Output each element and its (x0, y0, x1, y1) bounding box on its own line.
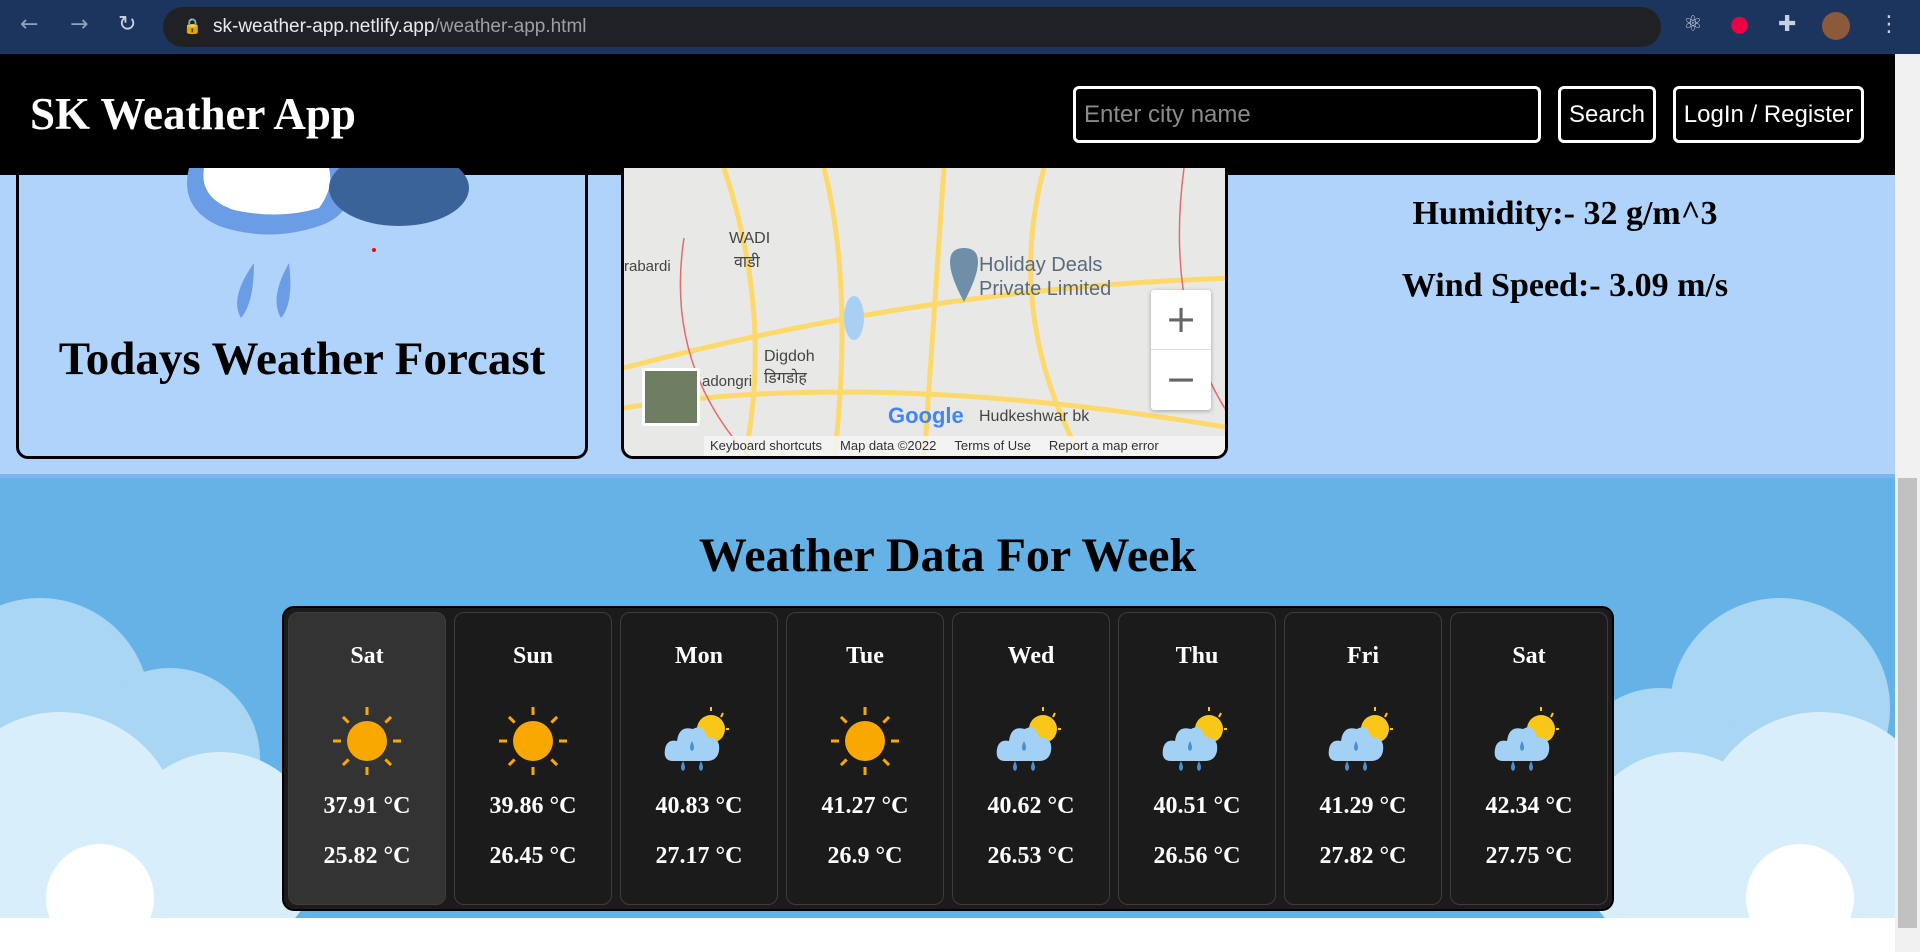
day-card[interactable]: Thu 40.51 °C 26.56 °C (1118, 612, 1276, 905)
day-card[interactable]: Fri 41.29 °C 27.82 °C (1284, 612, 1442, 905)
low-temp: 26.45 °C (489, 843, 577, 869)
today-section: Todays Weather Forcast Holiday Deals Pri… (0, 165, 1895, 474)
high-temp: 40.83 °C (655, 793, 743, 819)
rain-cloud-icon (187, 168, 469, 318)
reload-icon[interactable]: ↻ (118, 12, 136, 37)
low-temp: 27.17 °C (655, 843, 743, 869)
day-name: Sat (1512, 643, 1546, 669)
high-temp: 37.91 °C (323, 793, 411, 819)
address-bar[interactable]: 🔒 sk-weather-app.netlify.app/weather-app… (163, 7, 1661, 47)
high-temp: 40.51 °C (1153, 793, 1241, 819)
avatar[interactable] (1822, 12, 1850, 40)
week-title: Weather Data For Week (698, 529, 1197, 582)
day-name: Mon (675, 643, 723, 669)
sun-icon (493, 701, 573, 781)
week-forecast-list: Sat 37.91 °C 25.82 °C Sun 39.86 °C 26.45 °C Mo… (282, 606, 1614, 911)
lock-icon: 🔒 (183, 18, 202, 35)
day-card[interactable]: Wed 40.62 °C 26.53 °C (952, 612, 1110, 905)
map-data-label: Map data ©2022 (840, 438, 937, 453)
map-label: डिगडोह (764, 370, 807, 387)
today-heading: Todays Weather Forcast (58, 333, 546, 385)
map-zoom-controls: + − (1151, 290, 1211, 410)
zoom-out-button[interactable]: − (1151, 350, 1211, 410)
high-temp: 42.34 °C (1485, 793, 1573, 819)
map-label: WADI (729, 230, 771, 247)
day-name: Tue (846, 643, 884, 669)
forward-icon[interactable]: → (70, 12, 88, 37)
city-search-input[interactable] (1073, 86, 1541, 143)
app-title: SK Weather App (30, 89, 356, 139)
sun-icon (825, 701, 905, 781)
map-label: rabardi (624, 258, 671, 275)
back-icon[interactable]: ← (20, 12, 38, 37)
google-logo: Google (888, 403, 964, 428)
report-error-link[interactable]: Report a map error (1049, 436, 1159, 456)
high-temp: 41.27 °C (821, 793, 909, 819)
rain-sun-icon (1323, 701, 1403, 781)
react-extension-icon[interactable]: ⚛ (1683, 12, 1703, 37)
color-extension-icon[interactable]: ● (1730, 12, 1749, 37)
sun-icon (327, 701, 407, 781)
scrollbar-thumb[interactable] (1898, 478, 1917, 928)
menu-icon[interactable]: ⋮ (1878, 12, 1900, 37)
day-card[interactable]: Mon 40.83 °C 27.17 °C (620, 612, 778, 905)
day-card[interactable]: Sat 37.91 °C 25.82 °C (288, 612, 446, 905)
rain-sun-icon (1157, 701, 1237, 781)
day-name: Sat (350, 643, 384, 669)
low-temp: 26.56 °C (1153, 843, 1241, 869)
keyboard-shortcuts-link[interactable]: Keyboard shortcuts (710, 436, 822, 456)
rain-sun-icon (991, 701, 1071, 781)
high-temp: 40.62 °C (987, 793, 1075, 819)
day-name: Fri (1347, 643, 1379, 669)
map-label: Digdoh (764, 348, 815, 365)
url-path: /weather-app.html (434, 16, 587, 37)
low-temp: 27.75 °C (1485, 843, 1573, 869)
low-temp: 25.82 °C (323, 843, 411, 869)
day-card[interactable]: Sun 39.86 °C 26.45 °C (454, 612, 612, 905)
map-label: वाडी (734, 254, 760, 271)
browser-toolbar: ← → ↻ 🔒 sk-weather-app.netlify.app/weath… (0, 0, 1920, 54)
login-register-button[interactable]: LogIn / Register (1673, 86, 1864, 143)
week-section: Weather Data For Week Sat 37.91 °C 25.82 °… (0, 478, 1895, 952)
low-temp: 26.53 °C (987, 843, 1075, 869)
map-label: adongri (702, 373, 753, 390)
low-temp: 26.9 °C (827, 843, 903, 869)
high-temp: 39.86 °C (489, 793, 577, 819)
extensions-icon[interactable]: ✚ (1778, 12, 1796, 37)
rain-sun-icon (1489, 701, 1569, 781)
search-button[interactable]: Search (1558, 86, 1656, 143)
humidity-value: Humidity:- 32 g/m^3 (1412, 195, 1718, 232)
map-place-label[interactable]: Holiday Deals Private Limited (979, 253, 1139, 301)
day-card[interactable]: Tue 41.27 °C 26.9 °C (786, 612, 944, 905)
day-name: Sun (512, 643, 554, 669)
rain-sun-icon (659, 701, 739, 781)
satellite-toggle[interactable] (642, 368, 700, 426)
map-embed[interactable]: Holiday Deals Private Limited WADI वाडी … (621, 165, 1228, 459)
terms-link[interactable]: Terms of Use (954, 436, 1031, 456)
low-temp: 27.82 °C (1319, 843, 1407, 869)
high-temp: 41.29 °C (1319, 793, 1407, 819)
day-name: Thu (1175, 643, 1219, 669)
day-name: Wed (1007, 643, 1055, 669)
app-header: SK Weather App Search LogIn / Register (0, 54, 1895, 175)
map-label: Hudkeshwar bk (979, 408, 1090, 425)
zoom-in-button[interactable]: + (1151, 290, 1211, 350)
day-card[interactable]: Sat 42.34 °C 27.75 °C (1450, 612, 1608, 905)
today-card: Todays Weather Forcast (16, 165, 588, 459)
wind-speed-value: Wind Speed:- 3.09 m/s (1401, 267, 1729, 304)
url-host: sk-weather-app.netlify.app (213, 16, 435, 37)
map-attribution: Keyboard shortcuts Map data ©2022 Terms … (704, 436, 1225, 456)
